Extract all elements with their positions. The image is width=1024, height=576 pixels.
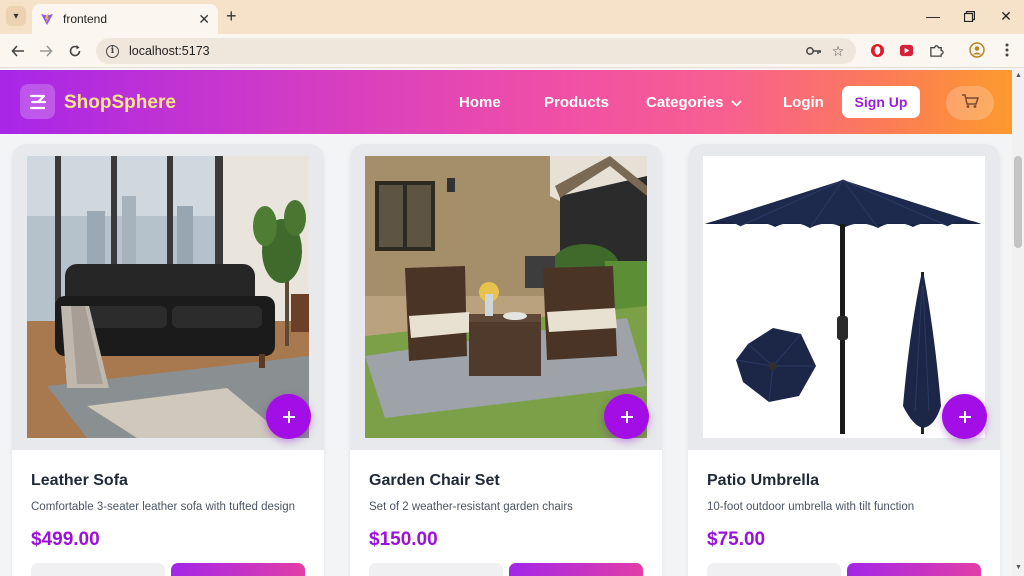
add-to-cart-button[interactable]: [171, 563, 305, 576]
reload-icon[interactable]: [64, 40, 86, 62]
product-image-panel: [350, 144, 662, 450]
new-tab-button[interactable]: +: [226, 6, 237, 26]
product-card[interactable]: Leather Sofa Comfortable 3-seater leathe…: [12, 144, 324, 576]
tab-search-chevron-icon[interactable]: ▾: [6, 6, 26, 26]
leather-sofa-image[interactable]: [27, 156, 309, 438]
extensions-puzzle-icon[interactable]: [928, 42, 944, 58]
url-text: localhost:5173: [129, 44, 210, 58]
nav-home-link[interactable]: Home: [459, 94, 501, 111]
browser-tab-bar: ▾ frontend ✕ + — ✕: [0, 0, 1024, 34]
shopsphere-logo-icon[interactable]: [20, 84, 55, 119]
media-extension-icon[interactable]: [898, 42, 914, 58]
nav-categories-label: Categories: [646, 94, 724, 111]
signup-button[interactable]: Sign Up: [842, 86, 920, 118]
product-image-panel: [12, 144, 324, 450]
product-image-panel: [688, 144, 1000, 450]
back-arrow-icon[interactable]: [7, 40, 29, 62]
view-details-button[interactable]: [31, 563, 165, 576]
nav-login-link[interactable]: Login: [783, 94, 824, 111]
product-name: Garden Chair Set: [369, 472, 500, 489]
opera-extension-icon[interactable]: [869, 42, 885, 58]
quick-add-button[interactable]: [942, 394, 987, 439]
profile-avatar-icon[interactable]: [969, 42, 985, 58]
bookmark-star-icon[interactable]: ☆: [828, 42, 848, 60]
forward-arrow-icon[interactable]: [35, 40, 57, 62]
nav-products-link[interactable]: Products: [544, 94, 609, 111]
site-header: ShopSphere Home Products Categories Logi…: [0, 70, 1012, 134]
product-name: Patio Umbrella: [707, 472, 820, 489]
browser-toolbar: i localhost:5173 ☆: [0, 34, 1024, 68]
view-details-button[interactable]: [707, 563, 841, 576]
close-window-icon[interactable]: ✕: [994, 6, 1018, 26]
brand-name[interactable]: ShopSphere: [64, 92, 176, 114]
restore-window-icon[interactable]: [957, 6, 981, 26]
scroll-up-arrow-icon[interactable]: ▲: [1015, 72, 1022, 79]
site-info-icon[interactable]: i: [106, 44, 119, 58]
browser-tab[interactable]: frontend ✕: [32, 4, 218, 34]
tab-title: frontend: [63, 12, 108, 26]
view-details-button[interactable]: [369, 563, 503, 576]
quick-add-button[interactable]: [266, 394, 311, 439]
browser-menu-icon[interactable]: [999, 42, 1015, 58]
nav-categories-dropdown[interactable]: Categories: [646, 94, 742, 111]
product-price: $150.00: [369, 529, 438, 550]
page-scrollbar[interactable]: ▲ ▼: [1012, 70, 1024, 576]
plus-icon: [620, 404, 634, 430]
chevron-down-icon: [730, 94, 742, 111]
add-to-cart-button[interactable]: [847, 563, 981, 576]
vite-favicon-icon: [40, 12, 54, 26]
patio-umbrella-image[interactable]: [703, 156, 985, 438]
product-grid: Leather Sofa Comfortable 3-seater leathe…: [0, 134, 1012, 576]
tab-close-icon[interactable]: ✕: [198, 12, 210, 26]
password-key-icon[interactable]: [804, 42, 824, 60]
address-bar[interactable]: i localhost:5173 ☆: [96, 38, 856, 64]
garden-chair-set-image[interactable]: [365, 156, 647, 438]
product-description: 10-foot outdoor umbrella with tilt funct…: [707, 501, 915, 513]
product-description: Set of 2 weather-resistant garden chairs: [369, 501, 573, 513]
scrollbar-thumb[interactable]: [1014, 156, 1022, 248]
product-price: $499.00: [31, 529, 100, 550]
minimize-icon[interactable]: —: [921, 6, 945, 26]
cart-button[interactable]: [946, 86, 994, 120]
shopping-cart-icon: [961, 93, 980, 114]
product-name: Leather Sofa: [31, 472, 128, 489]
product-card[interactable]: Garden Chair Set Set of 2 weather-resist…: [350, 144, 662, 576]
plus-icon: [958, 404, 972, 430]
plus-icon: [282, 404, 296, 430]
product-description: Comfortable 3-seater leather sofa with t…: [31, 501, 296, 513]
quick-add-button[interactable]: [604, 394, 649, 439]
add-to-cart-button[interactable]: [509, 563, 643, 576]
scroll-down-arrow-icon[interactable]: ▼: [1015, 564, 1022, 571]
product-price: $75.00: [707, 529, 766, 550]
product-card[interactable]: Patio Umbrella 10-foot outdoor umbrella …: [688, 144, 1000, 576]
